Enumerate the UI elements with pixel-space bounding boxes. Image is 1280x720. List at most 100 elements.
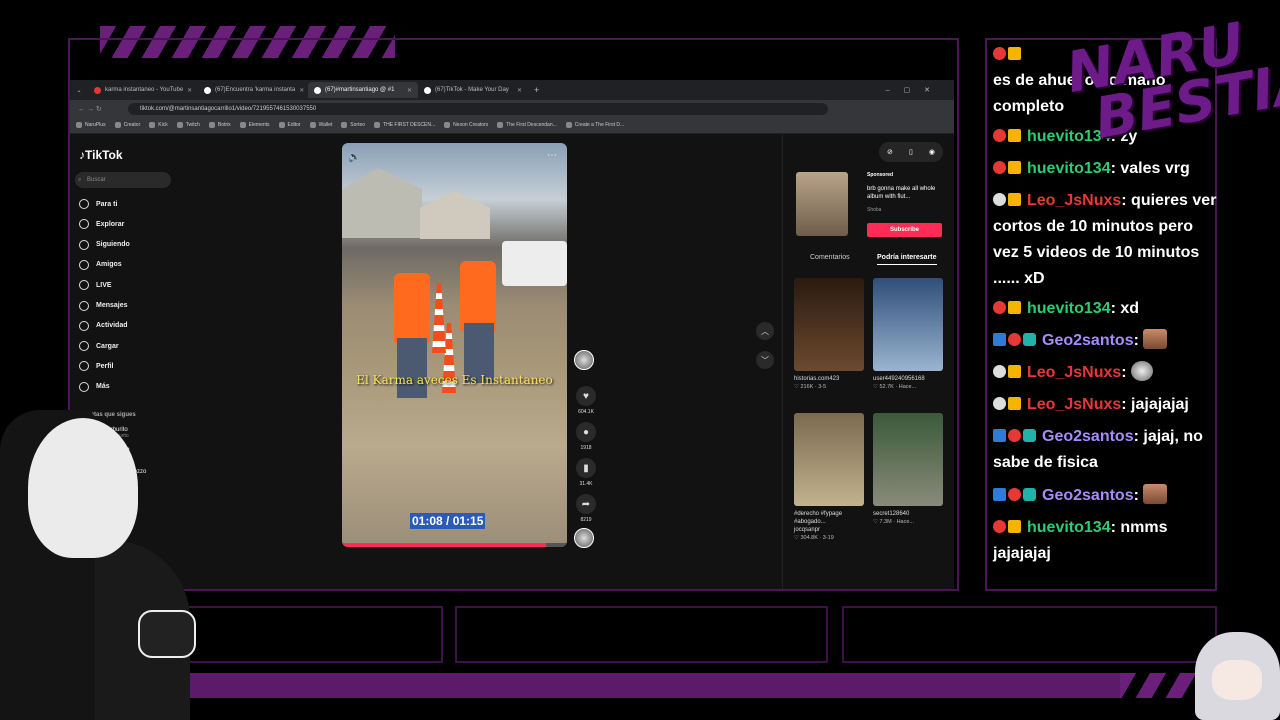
chat-username[interactable]: Geo2santos xyxy=(1042,487,1134,504)
nav-item-0[interactable]: Para ti xyxy=(79,199,117,209)
next-video-button[interactable]: ﹀ xyxy=(756,351,774,369)
share-icon: ➦ xyxy=(576,494,596,514)
bookmark-item[interactable]: Creator xyxy=(114,122,140,128)
chat-text: : vales vrg xyxy=(1110,160,1190,177)
close-tab-icon[interactable]: ✕ xyxy=(407,87,412,94)
browser-tab-active[interactable]: (67)#martinsantiago @ #1 ✕ xyxy=(308,82,418,98)
bookmark-icon xyxy=(444,122,451,128)
badge-gold-icon xyxy=(1008,129,1021,142)
phone-icon[interactable]: ▯ xyxy=(909,148,913,156)
suggested-video-label[interactable]: user449240956168 ♡ 52.7K · Hace... xyxy=(873,375,947,391)
badge-red-icon xyxy=(1008,429,1021,442)
bookmark-item[interactable]: Wallet xyxy=(309,122,332,128)
video-progress-bar[interactable] xyxy=(342,543,567,547)
subscribe-button[interactable]: Subscribe xyxy=(867,223,942,237)
address-bar[interactable]: tiktok.com/@martinsantiagocarrillo1/vide… xyxy=(128,102,828,115)
video-worker xyxy=(394,273,430,343)
more-options-icon[interactable]: ⋯ xyxy=(547,150,557,161)
bookmark-item[interactable]: Sorteo xyxy=(341,122,365,128)
share-button[interactable]: ➦ 8219 xyxy=(573,494,599,523)
chat-username[interactable]: huevito134 xyxy=(1027,160,1111,177)
suggested-video-label[interactable]: secret128640 ♡ 7.3M · Hace... xyxy=(873,510,947,526)
prev-video-button[interactable]: ︿ xyxy=(756,322,774,340)
tab-comments[interactable]: Comentarios xyxy=(810,254,850,261)
emote-icon xyxy=(1143,484,1168,504)
close-tab-icon[interactable]: ✕ xyxy=(299,87,304,94)
bookmark-icon xyxy=(565,122,572,128)
suggested-video-label[interactable]: #derecho #fypage #abogado... jocqsanpr ♡ 3… xyxy=(794,510,868,542)
chat-username[interactable]: Geo2santos xyxy=(1042,428,1134,445)
suggested-video-label[interactable]: historias.com423 ♡ 216K · 3-5 xyxy=(794,375,868,391)
user-avatar[interactable]: ◉ xyxy=(929,148,935,156)
video-house xyxy=(342,168,422,238)
browser-tab[interactable]: (67)Encuentra 'karma instanta ✕ xyxy=(198,82,308,98)
bookmark-item[interactable]: Kick xyxy=(149,122,168,128)
video-house xyxy=(420,191,490,239)
comment-button[interactable]: ● 1918 xyxy=(573,422,599,451)
tab-search-icon[interactable]: ⌄ xyxy=(70,87,88,94)
browser-tab[interactable]: karma instantaneo - YouTube ✕ xyxy=(88,82,198,98)
creator-avatar[interactable] xyxy=(574,350,594,370)
chat-username[interactable]: huevito134 xyxy=(1027,519,1111,536)
bookmark-icon xyxy=(497,122,504,128)
nav-item-9[interactable]: Más xyxy=(79,381,110,392)
bookmark-item[interactable]: Botrix xyxy=(208,122,231,128)
nav-item-5[interactable]: Mensajes xyxy=(79,300,128,311)
chat-message: huevito134: vales vrg xyxy=(993,156,1218,182)
badge-red-icon xyxy=(993,301,1006,314)
bookmark-item[interactable]: Twitch xyxy=(176,122,200,128)
nav-item-7[interactable]: Cargar xyxy=(79,341,119,352)
suggested-video-thumbnail[interactable] xyxy=(873,278,943,371)
tiktok-logo[interactable]: ♪TikTok xyxy=(79,148,123,162)
close-tab-icon[interactable]: ✕ xyxy=(187,87,192,94)
search-input[interactable]: ⌕ Buscar xyxy=(75,172,171,188)
chat-username[interactable]: huevito134 xyxy=(1027,300,1111,317)
chat-username[interactable]: Geo2santos xyxy=(1042,332,1134,349)
nav-icon xyxy=(79,239,89,250)
right-toolbar: ⊘ ▯ ◉ xyxy=(879,142,943,162)
chat-text: : jajajajaj xyxy=(1121,396,1189,413)
close-tab-icon[interactable]: ✕ xyxy=(517,87,522,94)
bookmark-item[interactable]: NaruPlus xyxy=(76,122,106,128)
bookmark-item[interactable]: THE FIRST DESCEN... xyxy=(374,122,435,128)
nav-item-4[interactable]: LIVE xyxy=(79,280,112,291)
tiktok-icon xyxy=(314,86,321,94)
bookmark-item[interactable]: The First Descendan... xyxy=(497,122,557,128)
bookmark-icon xyxy=(208,122,215,128)
bookmark-item[interactable]: Editor xyxy=(278,122,301,128)
bookmark-item[interactable]: Nexon Creators xyxy=(444,122,488,128)
nav-icon xyxy=(79,361,89,372)
chat-message: huevito134: xd xyxy=(993,296,1218,322)
nav-item-1[interactable]: Explorar xyxy=(79,219,124,230)
window-controls[interactable]: –▢✕ xyxy=(886,86,944,94)
nav-arrows-icon[interactable]: ← → ↻ xyxy=(78,105,102,113)
chat-username[interactable]: Leo_JsNuxs xyxy=(1027,364,1121,381)
link-icon[interactable]: ⊘ xyxy=(887,148,893,156)
ad-thumbnail[interactable] xyxy=(796,172,848,236)
tab-suggested[interactable]: Podría interesarte xyxy=(877,254,937,265)
suggested-video-thumbnail[interactable] xyxy=(794,413,864,506)
video-player[interactable]: 🔈 ⋯ El Karma aveces Es Instantaneo 01:08… xyxy=(342,143,567,547)
nav-item-3[interactable]: Amigos xyxy=(79,259,122,270)
save-button[interactable]: ▮ 31.4K xyxy=(573,458,599,487)
bookmark-item[interactable]: Create a The First D... xyxy=(565,122,624,128)
nav-item-2[interactable]: Siguiendo xyxy=(79,239,130,250)
suggested-video-thumbnail[interactable] xyxy=(794,278,864,371)
video-progress-fill xyxy=(342,543,546,547)
bookmark-item[interactable]: Elements xyxy=(239,122,270,128)
browser-tab[interactable]: (67)TikTok - Make Your Day ✕ xyxy=(418,82,528,98)
chat-text: : xyxy=(1121,364,1132,381)
suggested-video-thumbnail[interactable] xyxy=(873,413,943,506)
new-tab-icon[interactable]: + xyxy=(534,85,539,95)
nav-item-6[interactable]: Actividad xyxy=(79,320,128,331)
tiktok-page: ♪TikTok ⌕ Buscar Para ti Explorar Siguiendo… xyxy=(70,134,954,589)
bookmark-icon xyxy=(149,122,156,128)
like-button[interactable]: ♥ 604.1K xyxy=(573,386,599,415)
chat-username[interactable]: Leo_JsNuxs xyxy=(1027,396,1121,413)
nav-item-8[interactable]: Perfil xyxy=(79,361,114,372)
channel-logo: NARU BESTIA xyxy=(1061,10,1280,152)
chat-username[interactable]: Leo_JsNuxs xyxy=(1027,192,1121,209)
badge-gold-icon xyxy=(1008,365,1021,378)
music-disc[interactable] xyxy=(574,528,594,548)
volume-icon[interactable]: 🔈 xyxy=(348,152,360,163)
